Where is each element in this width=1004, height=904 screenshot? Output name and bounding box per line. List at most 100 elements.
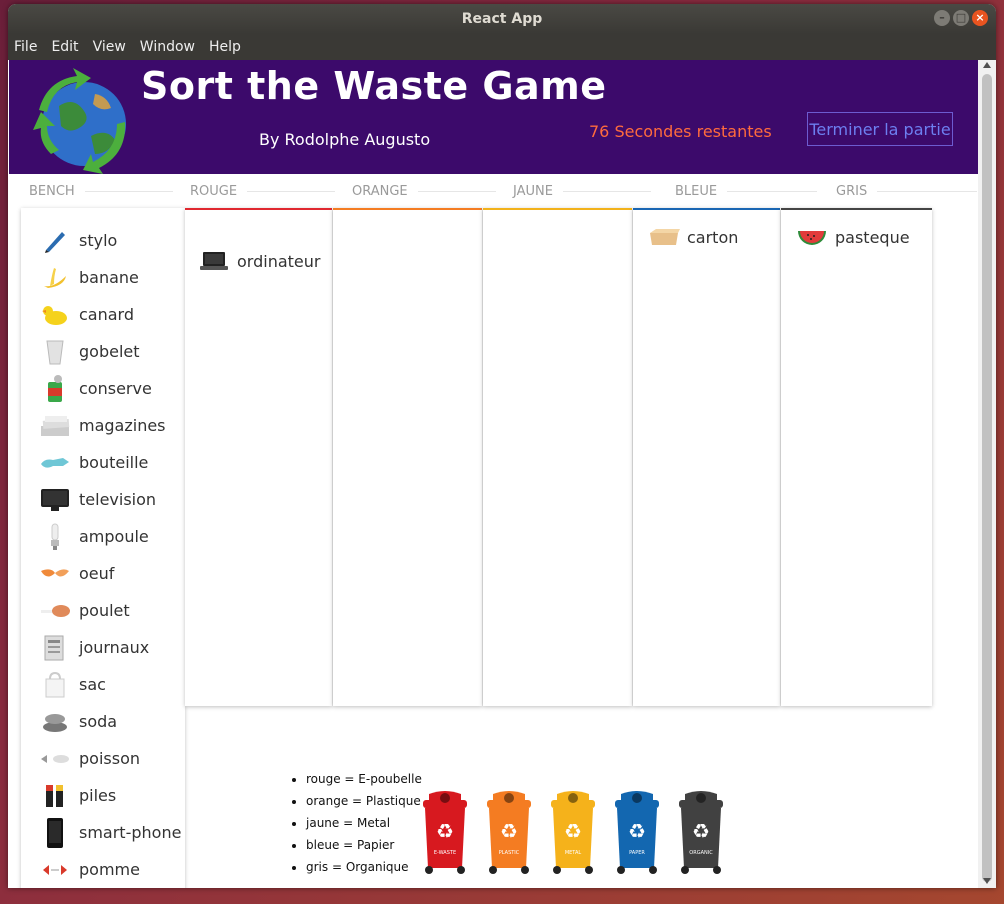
bench-item-label: bouteille	[79, 453, 149, 472]
column-label: BENCH	[29, 184, 75, 199]
author-label: By Rodolphe Augusto	[259, 130, 431, 149]
bin-item[interactable]: carton	[647, 224, 738, 250]
newspaper-icon	[37, 634, 73, 662]
bench-item-label: piles	[79, 786, 117, 805]
bin-item-label: carton	[687, 227, 739, 247]
bin-rouge-stripe	[185, 208, 332, 210]
bin-bleue[interactable]: carton	[633, 208, 780, 706]
bench-item-television[interactable]: television	[37, 481, 181, 518]
bin-bleue-stripe	[633, 208, 780, 210]
can-label: ORGANIC	[689, 850, 713, 856]
end-game-button[interactable]: Terminer la partie	[807, 112, 953, 146]
window-title: React App	[461, 11, 543, 27]
menu-window[interactable]: Window	[140, 39, 195, 55]
bench-item-label: canard	[79, 305, 134, 324]
column-header-bench: BENCH	[29, 184, 173, 199]
bin-gris[interactable]: pasteque	[781, 208, 932, 706]
page-title: Sort the Waste Game	[141, 64, 607, 108]
close-icon[interactable]: ×	[972, 10, 988, 26]
fish-icon	[37, 745, 73, 773]
phone-icon	[37, 817, 73, 848]
app-header: Sort the Waste Game By Rodolphe Augusto …	[9, 60, 978, 174]
bench-item-ampoule[interactable]: ampoule	[37, 518, 181, 555]
bottle-icon	[37, 449, 73, 477]
bench-item-bouteille[interactable]: bouteille	[37, 444, 181, 481]
column-headers: BENCH ROUGE ORANGE JAUNE BLEUE GRIS	[8, 184, 978, 208]
bin-item[interactable]: ordinateur	[197, 248, 320, 274]
globe-recycle-logo	[33, 68, 126, 174]
bench-item-list: stylo banane canard gobelet conserve magazine…	[37, 222, 181, 888]
recycling-can-e-waste: ♻ E-WASTE	[421, 790, 469, 876]
bench-item-label: soda	[79, 712, 118, 731]
menu-view[interactable]: View	[93, 39, 126, 55]
bench-item-label: conserve	[79, 379, 152, 398]
svg-text:♻: ♻	[564, 819, 582, 843]
bin-orange-stripe	[333, 208, 482, 210]
bench-item-label: poisson	[79, 749, 140, 768]
countdown-timer: 76 Secondes restantes	[589, 122, 772, 141]
bench-item-piles[interactable]: piles	[37, 777, 181, 814]
svg-text:♻: ♻	[500, 819, 518, 843]
legend-item: bleue = Papier	[306, 834, 422, 856]
bin-jaune[interactable]	[483, 208, 632, 706]
bench-item-poisson[interactable]: poisson	[37, 740, 181, 777]
banana-icon	[37, 264, 73, 292]
bench-item-label: sac	[79, 675, 106, 694]
bench-item-conserve[interactable]: conserve	[37, 370, 181, 407]
legend-item: gris = Organique	[306, 856, 422, 878]
bench-item-label: oeuf	[79, 564, 115, 583]
bench-item-sac[interactable]: sac	[37, 666, 181, 703]
scroll-thumb[interactable]	[982, 74, 992, 882]
bench-item-label: television	[79, 490, 157, 509]
egg-icon	[37, 560, 73, 588]
bin-item[interactable]: pasteque	[795, 224, 910, 250]
bulb-icon	[37, 523, 73, 551]
bench-item-label: gobelet	[79, 342, 140, 361]
maximize-icon[interactable]: □	[953, 10, 969, 26]
can-label: METAL	[565, 850, 582, 856]
bench-item-gobelet[interactable]: gobelet	[37, 333, 181, 370]
column-label: GRIS	[836, 184, 868, 199]
recycling-can-organic: ♻ ORGANIC	[677, 790, 725, 876]
bench-item-pomme[interactable]: pomme	[37, 851, 181, 888]
menu-edit[interactable]: Edit	[51, 39, 78, 55]
recycling-can-paper: ♻ PAPER	[613, 790, 661, 876]
minimize-icon[interactable]: –	[934, 10, 950, 26]
recycle-bin-icon: ♻ METAL	[551, 791, 595, 874]
menu-file[interactable]: File	[14, 39, 37, 55]
window-controls: – □ ×	[934, 10, 988, 26]
scroll-up-icon[interactable]	[983, 62, 991, 68]
bench-item-label: ampoule	[79, 527, 149, 546]
recycling-can-plastic: ♻ PLASTIC	[485, 790, 533, 876]
bench-item-label: smart-phone	[79, 823, 182, 842]
bench-item-soda[interactable]: soda	[37, 703, 181, 740]
column-header-rouge: ROUGE	[190, 184, 336, 199]
svg-text:♻: ♻	[692, 819, 710, 843]
bin-rouge[interactable]: ordinateur	[185, 208, 332, 706]
bench-item-poulet[interactable]: poulet	[37, 592, 181, 629]
bench-item-canard[interactable]: canard	[37, 296, 181, 333]
can-label: PAPER	[629, 850, 645, 856]
bench-item-journaux[interactable]: journaux	[37, 629, 181, 666]
scroll-down-icon[interactable]	[983, 878, 991, 884]
bin-orange[interactable]	[333, 208, 482, 706]
bench-column[interactable]: stylo banane canard gobelet conserve magazine…	[21, 208, 185, 888]
bench-item-banane[interactable]: banane	[37, 259, 181, 296]
column-label: JAUNE	[513, 184, 553, 199]
title-bar: React App – □ ×	[8, 4, 996, 34]
bag-icon	[37, 671, 73, 699]
recycle-bin-icon: ♻ ORGANIC	[679, 791, 723, 874]
column-label: ORANGE	[352, 184, 408, 199]
bench-item-stylo[interactable]: stylo	[37, 222, 181, 259]
bench-item-label: banane	[79, 268, 139, 287]
recycling-can-metal: ♻ METAL	[549, 790, 597, 876]
chicken-icon	[37, 597, 73, 625]
menu-help[interactable]: Help	[209, 39, 241, 55]
laptop-icon	[197, 248, 231, 274]
bench-item-smart-phone[interactable]: smart-phone	[37, 814, 181, 851]
bench-item-magazines[interactable]: magazines	[37, 407, 181, 444]
vertical-scrollbar[interactable]	[978, 60, 996, 888]
recycling-bins-illustration: ♻ E-WASTE ♻ PLASTIC ♻ METAL ♻ PAPER ♻ ORGANIC	[421, 790, 725, 876]
bench-item-oeuf[interactable]: oeuf	[37, 555, 181, 592]
app-window: React App – □ × File Edit View Window He…	[8, 4, 996, 888]
